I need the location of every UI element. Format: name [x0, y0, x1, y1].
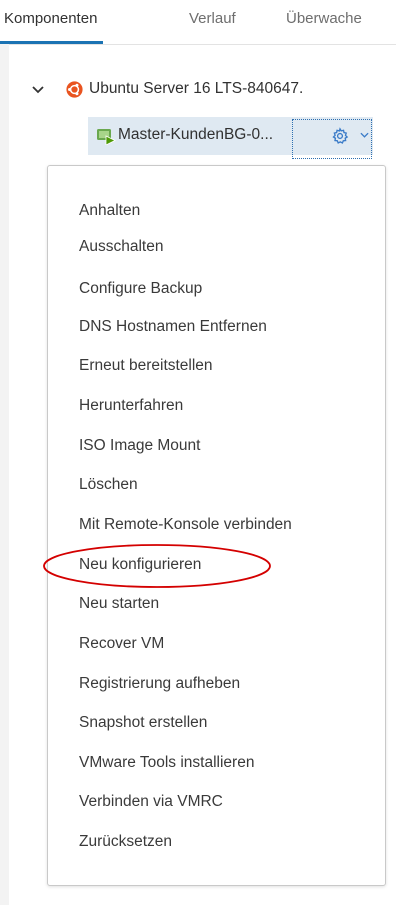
menu-item-recover-vm[interactable]: Recover VM	[79, 635, 164, 653]
ubuntu-icon	[66, 81, 83, 98]
menu-item-snapshot-erstellen[interactable]: Snapshot erstellen	[79, 714, 207, 732]
chevron-down-icon[interactable]	[31, 83, 45, 97]
tab-verlauf[interactable]: Verlauf	[189, 10, 236, 27]
menu-item-herunterfahren[interactable]: Herunterfahren	[79, 397, 183, 415]
menu-item-ausschalten[interactable]: Ausschalten	[79, 238, 163, 256]
tab-bar: Komponenten Verlauf Überwache	[0, 0, 396, 45]
menu-item-neu-konfigurieren[interactable]: Neu konfigurieren	[79, 556, 201, 574]
menu-item-mit-remote-konsole-verbinden[interactable]: Mit Remote-Konsole verbinden	[79, 516, 292, 534]
gear-icon[interactable]	[331, 127, 349, 145]
menu-item-iso-image-mount[interactable]: ISO Image Mount	[79, 437, 200, 455]
menu-item-vmware-tools-installieren[interactable]: VMware Tools installieren	[79, 754, 254, 772]
menu-item-configure-backup[interactable]: Configure Backup	[79, 280, 202, 298]
menu-item-dns-hostnamen-entfernen[interactable]: DNS Hostnamen Entfernen	[79, 318, 267, 336]
menu-item-zuruecksetzen[interactable]: Zurücksetzen	[79, 833, 172, 851]
caret-down-icon[interactable]	[360, 132, 369, 138]
vm-node-label[interactable]: Master-KundenBG-0...	[118, 126, 273, 144]
menu-item-anhalten[interactable]: Anhalten	[79, 202, 140, 220]
menu-item-registrierung-aufheben[interactable]: Registrierung aufheben	[79, 675, 240, 693]
menu-item-neu-starten[interactable]: Neu starten	[79, 595, 159, 613]
vm-running-icon	[97, 129, 116, 145]
left-gutter	[0, 44, 9, 905]
tab-komponenten[interactable]: Komponenten	[0, 10, 104, 44]
server-node-label[interactable]: Ubuntu Server 16 LTS-840647.	[89, 80, 303, 98]
menu-item-erneut-bereitstellen[interactable]: Erneut bereitstellen	[79, 357, 213, 375]
menu-item-loeschen[interactable]: Löschen	[79, 476, 138, 494]
tab-ueberwachen[interactable]: Überwache	[286, 10, 362, 27]
menu-item-verbinden-via-vmrc[interactable]: Verbinden via VMRC	[79, 793, 223, 811]
